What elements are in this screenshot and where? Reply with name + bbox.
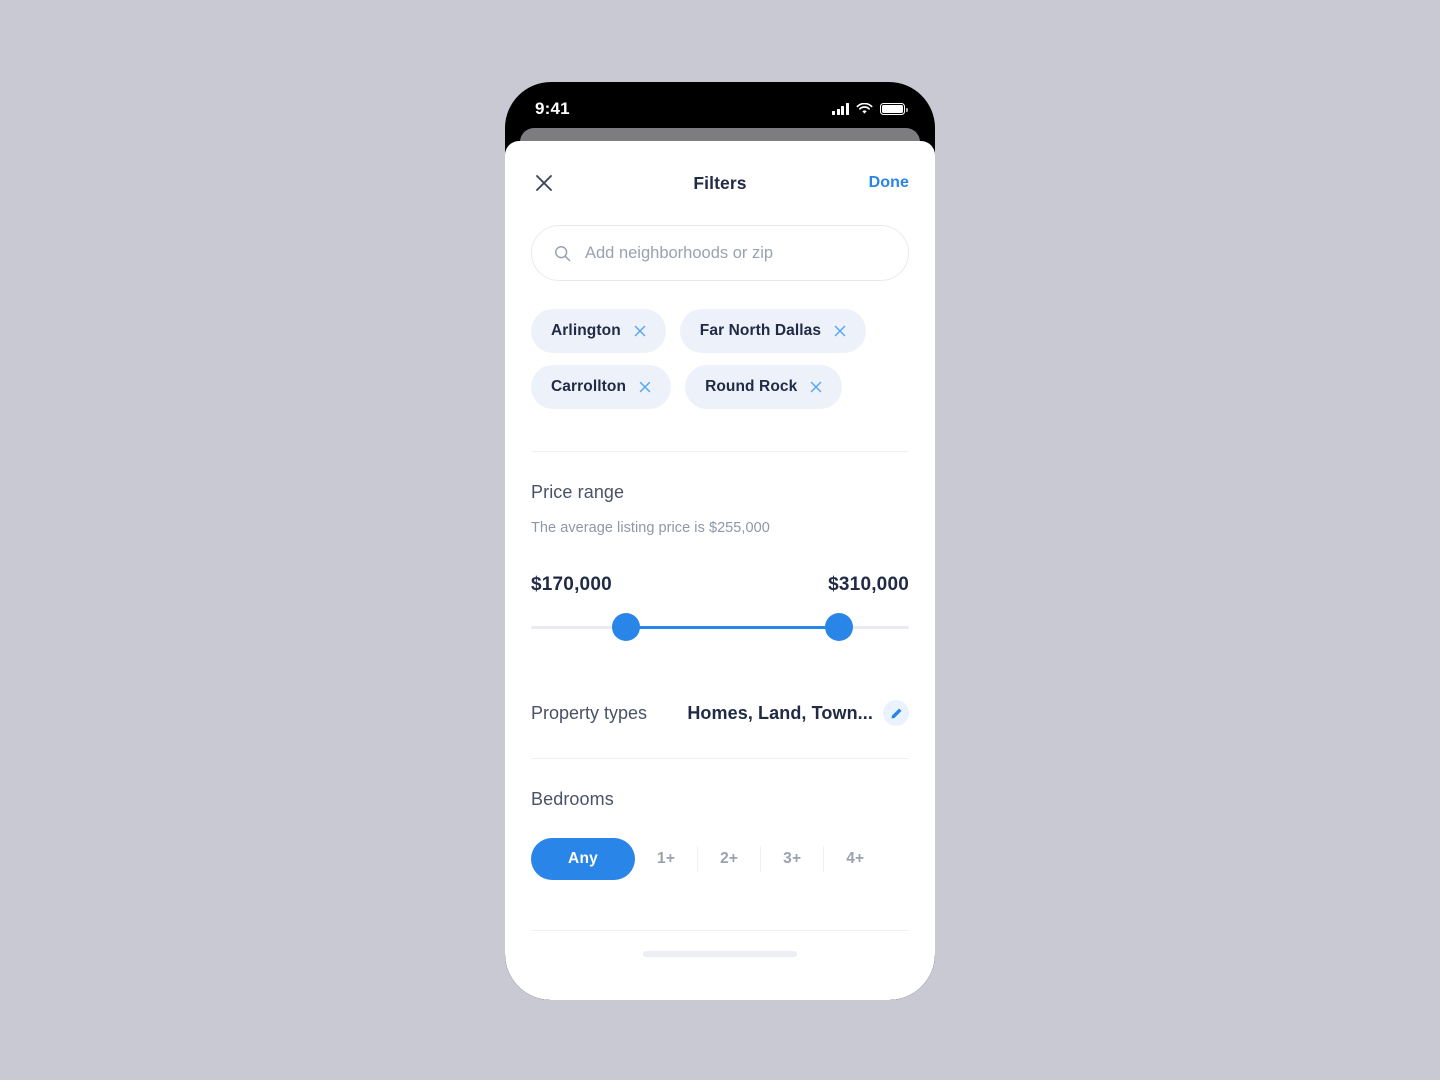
- price-range-title: Price range: [531, 482, 625, 502]
- battery-icon: [880, 103, 908, 115]
- search-section: [505, 225, 935, 281]
- status-time: 9:41: [535, 99, 570, 118]
- chip-label: Arlington: [551, 322, 621, 339]
- chip-remove-icon[interactable]: [634, 325, 646, 337]
- price-range-section: Price range The average listing price is…: [505, 452, 935, 642]
- bedrooms-option-1plus[interactable]: 1+: [635, 838, 697, 880]
- chip-far-north-dallas[interactable]: Far North Dallas: [679, 309, 867, 353]
- home-indicator[interactable]: [643, 951, 797, 957]
- price-range-slider[interactable]: [531, 612, 909, 642]
- status-bar: 9:41: [505, 82, 935, 128]
- slider-thumb-max[interactable]: [825, 613, 853, 641]
- bedrooms-option-4plus[interactable]: 4+: [824, 838, 886, 880]
- chip-remove-icon[interactable]: [810, 381, 822, 393]
- status-icons: [832, 103, 908, 115]
- wifi-icon: [856, 103, 873, 114]
- property-types-value: Homes, Land, Town...: [687, 702, 873, 723]
- bedrooms-option-any[interactable]: Any: [531, 838, 635, 880]
- property-types-section: Property types Homes, Land, Town...: [505, 642, 935, 726]
- neighborhood-chips: Arlington Far North Dallas Carrollton Ro…: [505, 281, 935, 409]
- bedrooms-segmented-control: Any 1+ 2+ 3+ 4+: [531, 838, 909, 880]
- search-box[interactable]: [531, 225, 909, 281]
- chip-arlington[interactable]: Arlington: [531, 309, 666, 353]
- pencil-edit-icon[interactable]: [883, 700, 909, 726]
- search-input[interactable]: [583, 242, 886, 264]
- bedrooms-option-2plus[interactable]: 2+: [698, 838, 760, 880]
- price-min-value: $170,000: [531, 574, 612, 595]
- cellular-bars-icon: [832, 103, 849, 115]
- bedrooms-section: Bedrooms Any 1+ 2+ 3+ 4+: [505, 759, 935, 880]
- property-types-label: Property types: [531, 702, 648, 723]
- sheet-header: Filters Done: [505, 141, 935, 225]
- chip-remove-icon[interactable]: [639, 381, 651, 393]
- chip-label: Round Rock: [705, 378, 798, 395]
- page-title: Filters: [693, 172, 747, 193]
- chip-remove-icon[interactable]: [834, 325, 846, 337]
- property-types-value-wrap[interactable]: Homes, Land, Town...: [687, 700, 909, 726]
- price-range-subtitle: The average listing price is $255,000: [531, 520, 770, 536]
- chip-carrollton[interactable]: Carrollton: [531, 365, 672, 409]
- phone-frame: 9:41 Filters Done Add neighborhoods or z…: [505, 82, 935, 1000]
- property-types-row[interactable]: Property types Homes, Land, Town...: [531, 700, 909, 726]
- slider-fill: [625, 625, 839, 629]
- filters-sheet: Filters Done Arlington: [505, 141, 935, 1000]
- chip-round-rock[interactable]: Round Rock: [685, 365, 843, 409]
- chip-label: Carrollton: [551, 378, 627, 395]
- search-icon: [554, 245, 571, 262]
- price-max-value: $310,000: [828, 574, 909, 595]
- bedrooms-option-3plus[interactable]: 3+: [761, 838, 823, 880]
- bedrooms-title: Bedrooms: [531, 789, 614, 809]
- bottom-divider: [531, 930, 909, 931]
- chip-label: Far North Dallas: [699, 322, 822, 339]
- slider-thumb-min[interactable]: [611, 613, 640, 641]
- price-values-row: $170,000 $310,000: [531, 574, 909, 596]
